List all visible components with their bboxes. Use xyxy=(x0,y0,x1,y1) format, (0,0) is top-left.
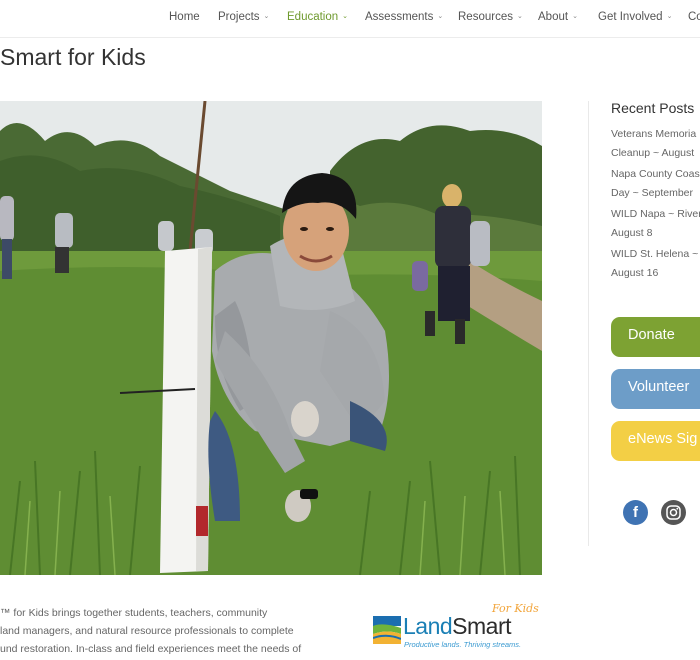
instagram-icon[interactable] xyxy=(661,500,686,525)
nav-item-label: Get Involved xyxy=(598,11,663,23)
landsmart-logo-icon xyxy=(373,616,401,644)
nav-item-assessments[interactable]: Assessments ⌄ xyxy=(365,11,443,23)
post-title-line: Day ~ September xyxy=(611,187,694,199)
facebook-icon[interactable]: f xyxy=(623,500,648,525)
nav-item-label: Home xyxy=(169,11,200,23)
recent-post-link[interactable]: Veterans Memoria Cleanup ~ August xyxy=(611,125,696,163)
logo-for-kids: For Kids xyxy=(492,602,539,615)
nav-item-projects[interactable]: Projects ⌄ xyxy=(218,11,269,23)
nav-item-label: Resources xyxy=(458,11,513,23)
recent-post-link[interactable]: Napa County Coas Day ~ September xyxy=(611,165,700,203)
nav-item-label: About xyxy=(538,11,569,23)
chevron-down-icon: ⌄ xyxy=(572,13,578,20)
post-title-line: August 8 xyxy=(611,227,653,239)
chevron-down-icon: ⌄ xyxy=(516,13,523,20)
intro-line: und restoration. In-class and field expe… xyxy=(0,643,302,655)
nav-item-contact[interactable]: Co xyxy=(688,11,700,23)
hero-photo xyxy=(0,101,542,575)
recent-posts-heading: Recent Posts xyxy=(611,100,695,116)
post-title-line: WILD St. Helena ~ xyxy=(611,248,699,260)
chevron-down-icon: ⌄ xyxy=(666,13,673,20)
nav-item-label: Projects xyxy=(218,11,260,23)
nav-item-get-involved[interactable]: Get Involved ⌄ xyxy=(598,11,672,23)
top-navigation: Home Projects ⌄ Education ⌄ Assessments ⌄ R… xyxy=(0,0,700,38)
nav-item-about[interactable]: About ⌄ xyxy=(538,11,578,23)
intro-paragraph: ™ for Kids brings together students, tea… xyxy=(0,604,330,658)
landsmart-for-kids-logo: LandSmart For Kids Productive lands. Thr… xyxy=(372,602,544,649)
donate-button[interactable]: Donate xyxy=(611,317,700,357)
nav-item-label: Co xyxy=(688,11,700,23)
nav-item-resources[interactable]: Resources ⌄ xyxy=(458,11,523,23)
volunteer-button[interactable]: Volunteer xyxy=(611,369,700,409)
recent-post-link[interactable]: WILD Napa ~ River August 8 xyxy=(611,205,700,243)
post-title-line: WILD Napa ~ River xyxy=(611,208,700,220)
logo-word-smart: Smart xyxy=(452,613,512,639)
post-title-line: Cleanup ~ August xyxy=(611,147,695,159)
intro-line: ™ for Kids brings together students, tea… xyxy=(0,607,268,619)
sidebar-divider xyxy=(588,101,589,546)
page-title: Smart for Kids xyxy=(0,44,146,70)
chevron-down-icon: ⌄ xyxy=(437,13,444,20)
enews-signup-button[interactable]: eNews Sig xyxy=(611,421,700,461)
post-title-line: Napa County Coas xyxy=(611,168,700,180)
chevron-down-icon: ⌄ xyxy=(342,13,349,20)
chevron-down-icon: ⌄ xyxy=(263,13,270,20)
intro-line: land managers, and natural resource prof… xyxy=(0,625,294,637)
post-title-line: August 16 xyxy=(611,267,659,279)
instagram-glyph-icon xyxy=(666,505,681,520)
facebook-glyph: f xyxy=(633,504,638,521)
sidebar-recent-posts: Recent Posts xyxy=(611,100,700,116)
post-title-line: Veterans Memoria xyxy=(611,128,697,140)
nav-item-education[interactable]: Education ⌄ xyxy=(287,11,348,23)
nav-item-label: Education xyxy=(287,11,339,23)
logo-word-land: Land xyxy=(403,613,453,639)
recent-post-link[interactable]: WILD St. Helena ~ August 16 xyxy=(611,245,698,283)
logo-tagline: Productive lands. Thriving streams. xyxy=(404,640,522,649)
nav-item-label: Assessments xyxy=(365,11,434,23)
nav-item-home[interactable]: Home xyxy=(169,11,200,23)
logo-wordmark: LandSmart xyxy=(403,613,512,640)
